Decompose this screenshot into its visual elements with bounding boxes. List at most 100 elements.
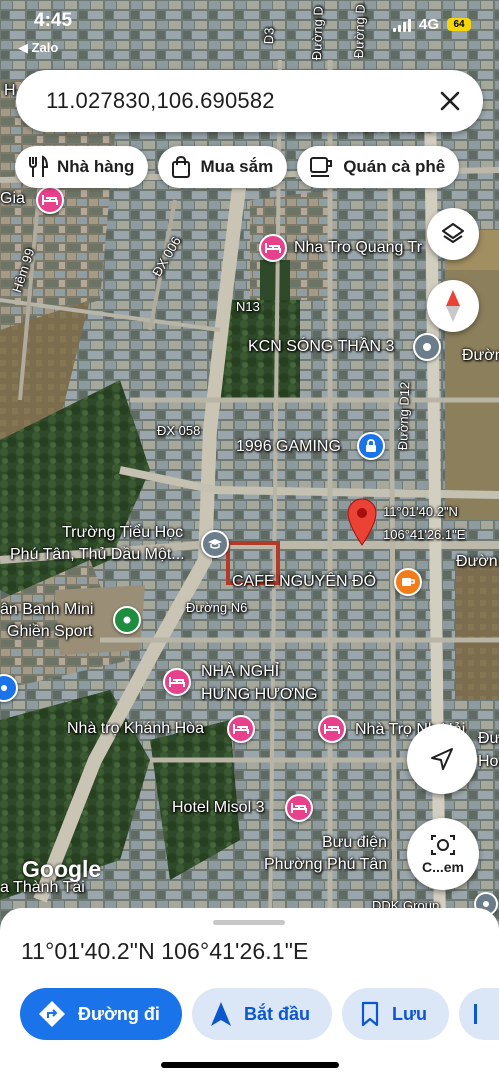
bed-icon (169, 677, 185, 687)
place-label: 1996 GAMING (236, 438, 341, 455)
place-label: Nha Tro Quang Tr (294, 239, 423, 256)
directions-button[interactable]: Đường đi (20, 988, 182, 1040)
start-button[interactable]: Bắt đầu (192, 988, 333, 1040)
lodging-pin[interactable] (318, 715, 346, 743)
chip-shopping[interactable]: Mua sắm (158, 146, 288, 188)
sheet-drag-handle[interactable] (213, 920, 285, 925)
map-label-edge: H (4, 82, 16, 99)
lodging-pin[interactable] (163, 668, 191, 696)
layers-icon (442, 223, 464, 243)
search-bar[interactable]: 11.027830,106.690582 (16, 70, 483, 132)
place-label: HƯNG HƯƠNG (201, 686, 318, 703)
road-label: Đườn (456, 553, 498, 570)
lens-button[interactable]: C...em (407, 818, 479, 890)
place-label: ân Banh Mini (0, 601, 94, 618)
pin-latitude: 11°01'40.2"N (383, 504, 458, 519)
action-buttons: Đường đi Bắt đầu Lưu (20, 988, 499, 1040)
camera-icon (431, 835, 455, 855)
cell-signal-icon (392, 18, 411, 32)
start-label: Bắt đầu (244, 1003, 311, 1024)
coffee-cup-icon (402, 578, 415, 586)
place-label: Trường Tiểu Học (62, 524, 184, 541)
compass-icon (446, 290, 460, 322)
school-pin[interactable] (201, 530, 229, 558)
directions-label: Đường đi (78, 1003, 160, 1024)
place-label: KCN SÓNG THẦN 3 (248, 338, 395, 355)
bed-icon (291, 803, 307, 813)
dot-icon (123, 616, 131, 624)
place-sheet[interactable]: 11°01'40.2"N 106°41'26.1"E Đường đi Bắt … (0, 908, 499, 1080)
network-type: 4G (418, 16, 439, 33)
save-label: Lưu (392, 1003, 428, 1024)
directions-icon (39, 1001, 65, 1027)
satellite-map[interactable] (0, 0, 499, 930)
back-app-label: Zalo (31, 40, 59, 55)
cafe-pin[interactable] (394, 568, 422, 596)
lodging-pin[interactable] (285, 794, 313, 822)
lodging-pin[interactable] (36, 186, 64, 214)
place-label: Hotel Misol 3 (172, 799, 265, 816)
navigation-arrow-icon (211, 1002, 231, 1026)
graduation-cap-icon (208, 539, 222, 549)
bookmark-icon (361, 1001, 379, 1027)
chip-label: Mua sắm (200, 157, 274, 176)
gaming-pin[interactable] (357, 432, 385, 460)
place-label: Nhà trọ Khánh Hòa (67, 720, 204, 737)
search-query[interactable]: 11.027830,106.690582 (46, 88, 275, 114)
layers-button[interactable] (427, 208, 479, 260)
chip-label: Quán cà phê (343, 157, 446, 176)
status-indicators: 4G 64 (392, 16, 471, 33)
dropped-pin-icon[interactable] (344, 496, 380, 546)
place-label: CAFE NGUYÊN ĐỎ (232, 573, 377, 590)
my-location-button[interactable] (407, 724, 477, 794)
restaurant-icon (29, 155, 49, 177)
road-label: Đường N6 (186, 600, 248, 615)
save-button[interactable]: Lưu (342, 988, 450, 1040)
pin-longitude: 106°41'26.1"E (383, 527, 466, 542)
lodging-pin[interactable] (259, 234, 287, 262)
google-logo: Google (22, 856, 102, 882)
chip-restaurants[interactable]: Nhà hàng (15, 146, 149, 188)
place-label: Bưu điện (322, 834, 387, 851)
chip-label: Nhà hàng (57, 157, 135, 176)
close-icon[interactable] (435, 86, 465, 116)
road-label: Hoà (478, 753, 499, 770)
category-chips: Nhà hàng Mua sắm Quán cà phê (15, 146, 460, 188)
bed-icon (265, 243, 281, 253)
bed-icon (42, 195, 58, 205)
status-time: 4:45 (34, 10, 73, 31)
lock-icon (366, 439, 376, 452)
area-pin[interactable] (413, 333, 441, 361)
bed-icon (324, 724, 340, 734)
place-label: Phường Phú Tân (264, 856, 388, 873)
dot-icon (1, 685, 7, 691)
more-actions-button[interactable] (459, 988, 499, 1040)
sport-pin[interactable] (113, 606, 141, 634)
dot-icon (483, 901, 489, 907)
coordinates-title: 11°01'40.2"N 106°41'26.1"E (21, 938, 309, 964)
bed-icon (233, 724, 249, 734)
home-indicator (161, 1062, 339, 1068)
road-label: Đườn (478, 730, 499, 747)
back-to-app[interactable]: ◀ Zalo (18, 40, 58, 56)
compass-button[interactable] (427, 280, 479, 332)
place-label: Phú Tân, Thủ Dầu Một... (10, 546, 185, 563)
lodging-pin[interactable] (227, 715, 255, 743)
battery-icon: 64 (447, 18, 471, 31)
lens-label: C...em (421, 859, 464, 875)
share-icon (474, 1004, 478, 1024)
place-label: NHÀ NGHỈ (201, 663, 280, 680)
status-bar: 4:45 ◀ Zalo 4G 64 (0, 0, 499, 60)
map-imagery (0, 0, 499, 930)
coffee-icon (310, 157, 333, 177)
road-label: Đườn (462, 347, 499, 364)
chip-coffee[interactable]: Quán cà phê (297, 146, 460, 188)
road-label: ĐX 058 (157, 423, 201, 438)
dot-icon (423, 343, 431, 351)
shopping-bag-icon (172, 155, 191, 178)
place-label: Gia (0, 190, 25, 207)
road-label: N13 (236, 299, 260, 314)
place-label: Ghiền Sport (7, 623, 93, 640)
navigation-arrow-icon (431, 748, 453, 770)
road-label: Đường D12 (395, 381, 413, 451)
